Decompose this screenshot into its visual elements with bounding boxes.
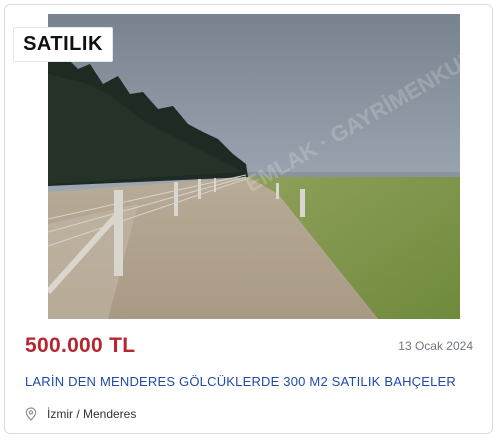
status-badge: SATILIK [13,27,113,62]
listing-card[interactable]: EMLAK · GAYRİMENKUL SATILIK 500.000 TL 1… [4,4,493,434]
location-text: İzmir / Menderes [47,407,137,421]
listing-date: 13 Ocak 2024 [398,339,473,353]
listing-location: İzmir / Menderes [25,407,136,421]
listing-title[interactable]: LARİN DEN MENDERES GÖLCÜKLERDE 300 M2 SA… [25,374,456,389]
location-pin-icon [25,407,37,421]
listing-price: 500.000 TL [25,334,136,357]
